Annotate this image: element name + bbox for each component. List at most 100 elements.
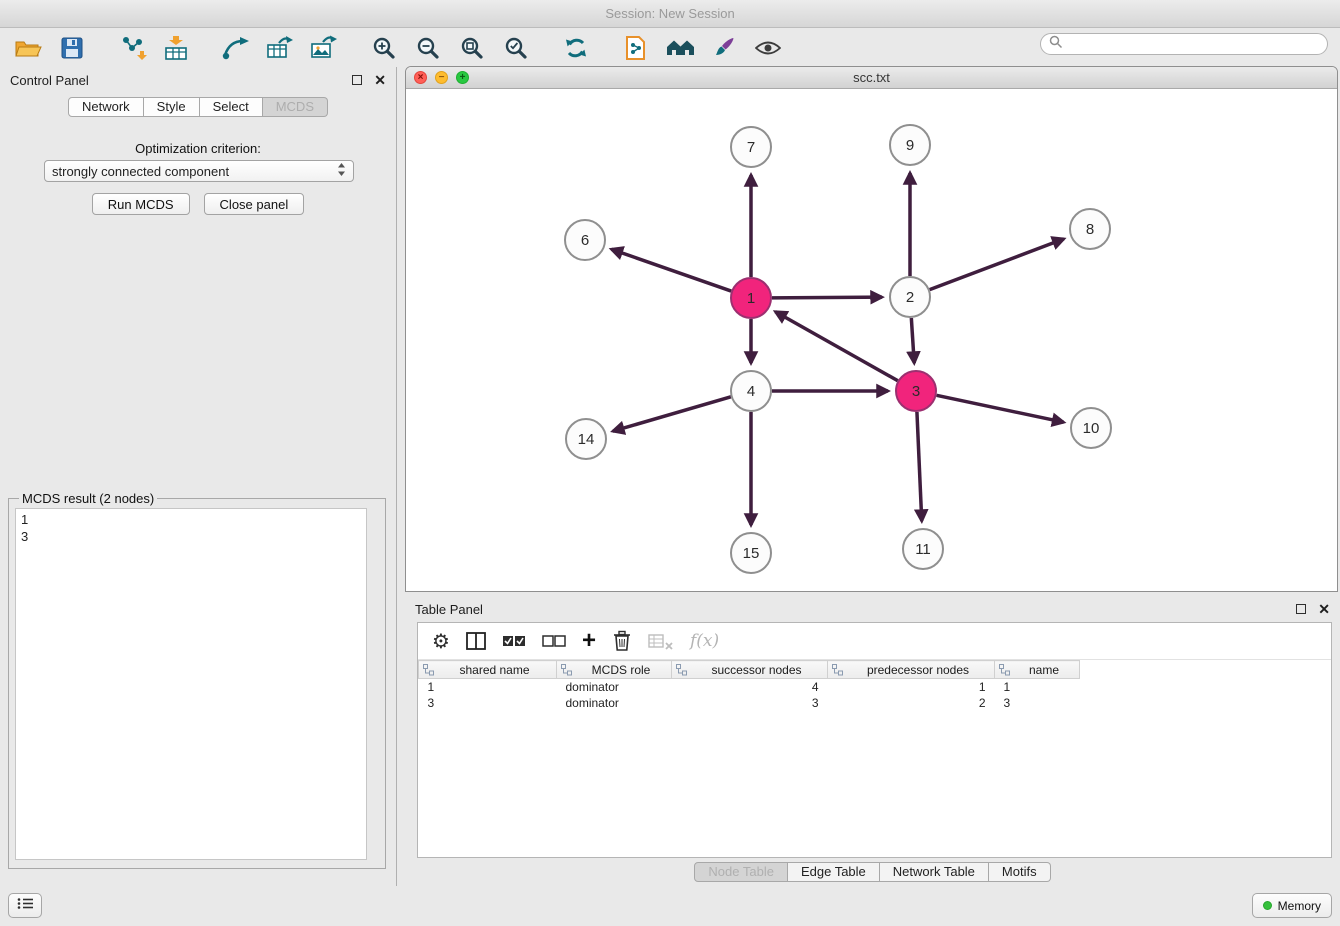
svg-text:14: 14 — [578, 431, 595, 448]
zoom-out-icon[interactable] — [412, 32, 444, 64]
memory-status-icon — [1263, 901, 1272, 910]
tab-motifs[interactable]: Motifs — [989, 862, 1051, 882]
tab-select[interactable]: Select — [200, 97, 263, 117]
svg-text:9: 9 — [906, 137, 914, 154]
mcds-result-item: 3 — [21, 528, 361, 545]
memory-button[interactable]: Memory — [1252, 893, 1332, 918]
tab-style[interactable]: Style — [144, 97, 200, 117]
run-mcds-button[interactable]: Run MCDS — [92, 193, 190, 215]
first-neighbors-icon[interactable] — [664, 32, 696, 64]
network-graph[interactable]: 7 9 6 8 1 2 4 3 14 10 15 11 — [406, 89, 1337, 591]
tab-node-table[interactable]: Node Table — [694, 862, 788, 882]
new-network-icon[interactable] — [220, 32, 252, 64]
zoom-fit-icon[interactable] — [456, 32, 488, 64]
tab-network-table[interactable]: Network Table — [880, 862, 989, 882]
import-table-icon[interactable] — [160, 32, 192, 64]
refresh-icon[interactable] — [560, 32, 592, 64]
tab-edge-table[interactable]: Edge Table — [788, 862, 880, 882]
table-cell[interactable]: 1 — [995, 679, 1080, 695]
column-header-successor-nodes[interactable]: successor nodes — [672, 661, 828, 679]
table-panel-tabs: Node Table Edge Table Network Table Moti… — [405, 862, 1340, 882]
table-cell[interactable]: 3 — [419, 695, 557, 711]
mcds-result-item: 1 — [21, 511, 361, 528]
window-zoom-icon[interactable]: + — [456, 71, 469, 84]
table-cell[interactable]: 2 — [828, 695, 995, 711]
memory-button-label: Memory — [1278, 899, 1321, 913]
table-cell[interactable]: 1 — [419, 679, 557, 695]
graph-node-14[interactable]: 14 — [566, 419, 606, 459]
delete-table-icon[interactable] — [648, 632, 674, 650]
export-image-icon[interactable] — [308, 32, 340, 64]
column-header-shared-name[interactable]: shared name — [419, 661, 557, 679]
deselect-all-columns-icon[interactable] — [542, 633, 566, 649]
close-table-panel-icon[interactable]: ✕ — [1318, 602, 1330, 616]
graph-edge-3-10[interactable] — [937, 395, 1064, 422]
table-cell[interactable]: 3 — [672, 695, 828, 711]
new-table-icon[interactable] — [264, 32, 296, 64]
save-session-icon[interactable] — [56, 32, 88, 64]
eye-icon[interactable] — [752, 32, 784, 64]
window-minimize-icon[interactable]: − — [435, 71, 448, 84]
graph-node-9[interactable]: 9 — [890, 125, 930, 165]
table-cell[interactable]: dominator — [557, 695, 672, 711]
graph-node-11[interactable]: 11 — [903, 529, 943, 569]
graph-edge-2-8[interactable] — [930, 239, 1064, 290]
graph-node-15[interactable]: 15 — [731, 533, 771, 573]
network-canvas[interactable]: 7 9 6 8 1 2 4 3 14 10 15 11 — [406, 89, 1337, 591]
window-close-icon[interactable]: × — [414, 71, 427, 84]
graph-node-4[interactable]: 4 — [731, 371, 771, 411]
column-header-name[interactable]: name — [995, 661, 1080, 679]
column-header-label: successor nodes — [711, 663, 801, 677]
function-builder-icon[interactable]: f(x) — [690, 631, 719, 651]
close-panel-icon[interactable]: ✕ — [374, 73, 386, 87]
column-tree-icon — [561, 664, 572, 679]
float-table-panel-icon[interactable] — [1296, 604, 1306, 614]
table-cell[interactable]: 4 — [672, 679, 828, 695]
zoom-selected-icon[interactable] — [500, 32, 532, 64]
delete-column-trash-icon[interactable] — [612, 630, 632, 652]
graph-edge-4-14[interactable] — [613, 397, 731, 431]
float-panel-icon[interactable] — [352, 75, 362, 85]
column-tree-icon — [676, 664, 687, 679]
table-cell[interactable]: dominator — [557, 679, 672, 695]
graph-edge-2-3[interactable] — [911, 318, 914, 363]
graph-node-2[interactable]: 2 — [890, 277, 930, 317]
table-toolbar: ⚙ + f(x) — [418, 623, 1331, 660]
column-header-MCDS-role[interactable]: MCDS role — [557, 661, 672, 679]
search-input[interactable] — [1067, 35, 1327, 53]
control-panel-header: Control Panel ✕ — [0, 67, 396, 93]
add-column-icon[interactable]: + — [582, 629, 596, 653]
zoom-in-icon[interactable] — [368, 32, 400, 64]
document-network-icon[interactable] — [620, 32, 652, 64]
graph-node-8[interactable]: 8 — [1070, 209, 1110, 249]
graph-edge-1-2[interactable] — [772, 297, 882, 298]
graph-edge-3-11[interactable] — [917, 412, 922, 521]
split-columns-icon[interactable] — [466, 631, 486, 651]
import-network-icon[interactable] — [116, 32, 148, 64]
task-history-button[interactable] — [8, 893, 42, 918]
table-cell[interactable]: 3 — [995, 695, 1080, 711]
control-panel-title: Control Panel — [10, 73, 89, 88]
graph-edge-3-1[interactable] — [775, 312, 897, 381]
graph-node-6[interactable]: 6 — [565, 220, 605, 260]
tab-network[interactable]: Network — [68, 97, 144, 117]
style-brush-icon[interactable] — [708, 32, 740, 64]
search-box[interactable] — [1040, 33, 1328, 55]
list-icon — [17, 897, 34, 915]
select-all-columns-icon[interactable] — [502, 633, 526, 649]
tab-mcds[interactable]: MCDS — [263, 97, 328, 117]
mcds-result-list[interactable]: 13 — [15, 508, 367, 860]
optimization-criterion-select[interactable]: strongly connected component — [44, 160, 354, 182]
graph-edge-1-6[interactable] — [611, 249, 731, 291]
table-cell[interactable]: 1 — [828, 679, 995, 695]
graph-node-3[interactable]: 3 — [896, 371, 936, 411]
graph-node-10[interactable]: 10 — [1071, 408, 1111, 448]
open-session-icon[interactable] — [12, 32, 44, 64]
graph-node-7[interactable]: 7 — [731, 127, 771, 167]
graph-node-1[interactable]: 1 — [731, 278, 771, 318]
table-row[interactable]: 3dominator323 — [419, 695, 1080, 711]
column-header-predecessor-nodes[interactable]: predecessor nodes — [828, 661, 995, 679]
table-settings-gear-icon[interactable]: ⚙ — [432, 629, 450, 653]
close-panel-button[interactable]: Close panel — [204, 193, 305, 215]
table-row[interactable]: 1dominator411 — [419, 679, 1080, 695]
